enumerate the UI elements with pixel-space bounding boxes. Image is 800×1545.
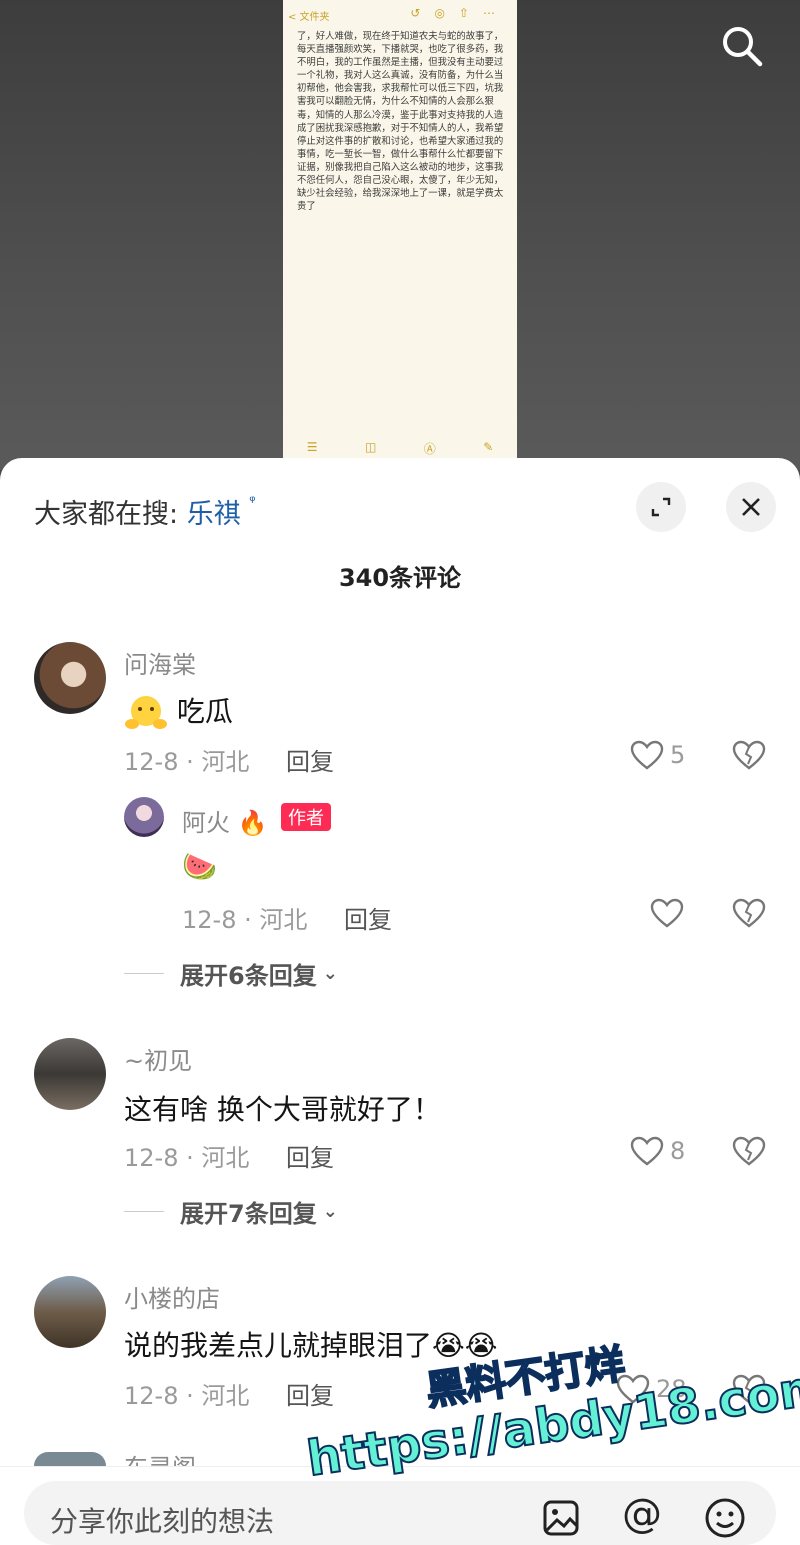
comment-text: 吃瓜 <box>124 690 233 732</box>
notes-toolbar: < 文件夹 ↺◎⇧⋯ <box>283 6 517 26</box>
heart-icon <box>630 1136 664 1166</box>
divider-line <box>124 973 164 974</box>
comment-text-content: 吃瓜 <box>176 695 233 728</box>
dislike-broken-heart-icon[interactable] <box>732 740 766 770</box>
expand-replies-label: 展开7条回复 <box>180 1200 317 1228</box>
camera-icon: ◫ <box>364 440 377 454</box>
avatar[interactable] <box>34 1276 106 1348</box>
dislike-broken-heart-icon[interactable] <box>732 1136 766 1166</box>
divider-line <box>124 1211 164 1212</box>
comment-username[interactable]: 小楼的店 <box>124 1279 220 1314</box>
checklist-icon: ☰ <box>306 440 318 454</box>
heart-icon[interactable] <box>650 898 684 928</box>
avatar[interactable] <box>34 1038 106 1110</box>
expand-replies-label: 展开6条回复 <box>180 962 317 990</box>
dislike-broken-heart-icon[interactable] <box>732 898 766 928</box>
close-button[interactable] <box>726 482 776 532</box>
avatar[interactable] <box>34 1452 106 1466</box>
comment-username[interactable]: ~初见 <box>124 1041 192 1076</box>
shy-face-emoji-icon <box>125 696 167 729</box>
search-icon[interactable] <box>720 24 764 68</box>
hot-search[interactable]: 大家都在搜: 乐祺 ᵠ <box>34 492 256 531</box>
notes-bottom-toolbar: ☰ ◫ Ⓐ ✎ <box>283 440 517 456</box>
notes-screenshot: < 文件夹 ↺◎⇧⋯ 了，好人难做，现在终于知道农夫与蛇的故事了，每天直播强颜欢… <box>283 0 517 470</box>
comment-username[interactable]: 东灵阁 <box>124 1448 196 1466</box>
mention-at-icon[interactable]: @ <box>622 1491 662 1537</box>
comment-count: 340条评论 <box>338 564 462 592</box>
notes-body-text: 了，好人难做，现在终于知道农夫与蛇的故事了，每天直播强颜欢笑，下播就哭，也吃了很… <box>297 31 504 213</box>
expand-replies-button[interactable]: 展开7条回复 ⌄ <box>124 1194 338 1229</box>
markup-icon: Ⓐ <box>423 442 436 456</box>
reply-meta: 12-8 · 河北 <box>182 906 308 934</box>
fire-icon: 🔥 <box>237 809 268 837</box>
author-badge: 作者 <box>281 803 331 831</box>
expand-button[interactable] <box>636 482 686 532</box>
reply-username[interactable]: 阿火 🔥 <box>182 803 268 838</box>
chevron-down-icon: ⌄ <box>322 963 338 984</box>
heart-icon <box>630 740 664 770</box>
hot-search-term[interactable]: 乐祺 <box>187 499 241 530</box>
notes-back-label: < 文件夹 <box>288 12 330 23</box>
search-small-icon: ᵠ <box>249 492 256 510</box>
reply-avatar[interactable] <box>124 797 164 837</box>
expand-replies-button[interactable]: 展开6条回复 ⌄ <box>124 956 338 991</box>
emoji-icon[interactable] <box>704 1497 746 1539</box>
comment-meta: 12-8 · 河北 <box>124 748 250 776</box>
like-button[interactable]: 8 <box>630 1136 685 1166</box>
reply-username-text: 阿火 <box>182 809 230 837</box>
reply-button[interactable]: 回复 <box>286 1138 334 1173</box>
close-icon <box>742 498 760 516</box>
avatar[interactable] <box>34 642 106 714</box>
comment-meta: 12-8 · 河北 <box>124 1382 250 1410</box>
reply-reply-button[interactable]: 回复 <box>344 900 392 935</box>
hot-search-prefix: 大家都在搜: <box>34 499 179 530</box>
comment-input-placeholder[interactable]: 分享你此刻的想法 <box>50 1500 274 1540</box>
compose-icon: ✎ <box>483 440 494 454</box>
expand-icon <box>651 497 671 517</box>
notes-toolbar-icons: ↺◎⇧⋯ <box>410 6 509 20</box>
chevron-down-icon: ⌄ <box>322 1201 338 1222</box>
like-count: 5 <box>670 741 686 769</box>
reply-text: 🍉 <box>182 850 217 883</box>
image-icon[interactable] <box>542 1499 580 1537</box>
like-count: 8 <box>670 1137 686 1165</box>
comment-username[interactable]: 问海棠 <box>124 645 196 680</box>
comment-text: 这有啥 换个大哥就好了！ <box>124 1093 441 1126</box>
reply-button[interactable]: 回复 <box>286 1376 334 1411</box>
reply-button[interactable]: 回复 <box>286 742 334 777</box>
like-button[interactable]: 5 <box>630 740 685 770</box>
comment-meta: 12-8 · 河北 <box>124 1144 250 1172</box>
